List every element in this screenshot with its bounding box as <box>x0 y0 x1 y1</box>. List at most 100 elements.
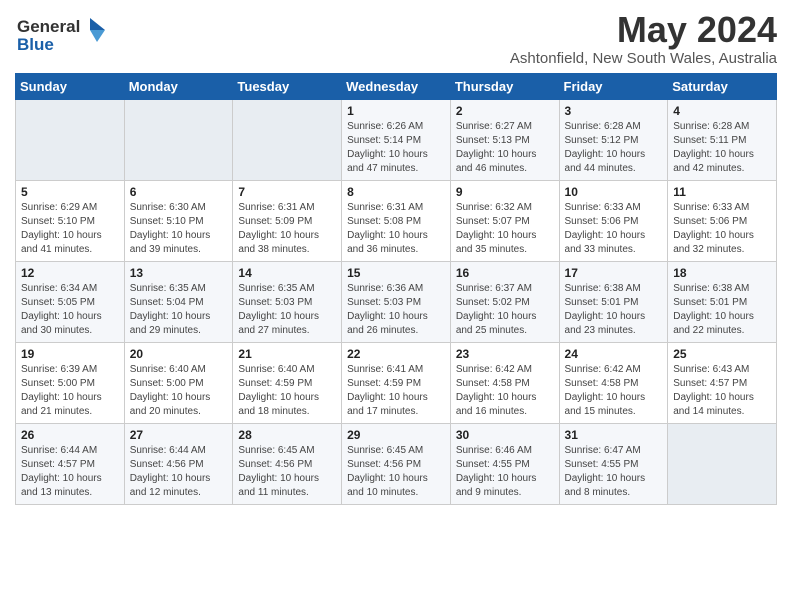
day-number: 25 <box>673 347 771 361</box>
svg-text:General: General <box>17 17 80 36</box>
day-number: 6 <box>130 185 228 199</box>
day-cell: 22Sunrise: 6:41 AM Sunset: 4:59 PM Dayli… <box>342 342 451 423</box>
day-cell: 6 Sunrise: 6:30 AM Sunset: 5:10 PM Daylig… <box>124 180 233 261</box>
day-info: Sunrise: 6:45 AM Sunset: 4:56 PM Dayligh… <box>238 444 336 500</box>
days-header-row: Sunday Monday Tuesday Wednesday Thursday… <box>16 73 777 99</box>
day-cell: 1 Sunrise: 6:26 AM Sunset: 5:14 PM Daylig… <box>342 99 451 180</box>
day-info: Sunrise: 6:38 AM Sunset: 5:01 PM Dayligh… <box>565 282 663 338</box>
day-number: 19 <box>21 347 119 361</box>
day-cell: 3Sunrise: 6:28 AM Sunset: 5:12 PM Daylig… <box>559 99 668 180</box>
month-year-title: May 2024 <box>510 10 777 50</box>
day-info: Sunrise: 6:28 AM Sunset: 5:11 PM Dayligh… <box>673 120 771 176</box>
day-info: Sunrise: 6:29 AM Sunset: 5:10 PM Dayligh… <box>21 201 119 257</box>
day-number: 9 <box>456 185 554 199</box>
header-monday: Monday <box>124 73 233 99</box>
day-cell: 27 Sunrise: 6:44 AM Sunset: 4:56 PM Dayli… <box>124 423 233 504</box>
day-number: 15 <box>347 266 445 280</box>
day-number: 21 <box>238 347 336 361</box>
day-number: 28 <box>238 428 336 442</box>
week-row-2: 12Sunrise: 6:34 AM Sunset: 5:05 PM Dayli… <box>16 261 777 342</box>
day-info: Sunrise: 6:31 AM Sunset: 5:09 PM Dayligh… <box>238 201 336 257</box>
day-cell: 26 Sunrise: 6:44 AM Sunset: 4:57 PM Dayli… <box>16 423 125 504</box>
day-info: Sunrise: 6:44 AM Sunset: 4:57 PM Dayligh… <box>21 444 119 500</box>
day-info: Sunrise: 6:26 AM Sunset: 5:14 PM Dayligh… <box>347 120 445 176</box>
day-info: Sunrise: 6:41 AM Sunset: 4:59 PM Dayligh… <box>347 363 445 419</box>
day-number: 30 <box>456 428 554 442</box>
logo: General Blue <box>15 10 105 63</box>
day-number: 18 <box>673 266 771 280</box>
day-info: Sunrise: 6:37 AM Sunset: 5:02 PM Dayligh… <box>456 282 554 338</box>
day-number: 16 <box>456 266 554 280</box>
title-block: May 2024 Ashtonfield, New South Wales, A… <box>510 10 777 67</box>
day-cell: 11 Sunrise: 6:33 AM Sunset: 5:06 PM Dayli… <box>668 180 777 261</box>
day-info: Sunrise: 6:35 AM Sunset: 5:04 PM Dayligh… <box>130 282 228 338</box>
day-cell: 14 Sunrise: 6:35 AM Sunset: 5:03 PM Dayli… <box>233 261 342 342</box>
header-saturday: Saturday <box>668 73 777 99</box>
day-cell: 13 Sunrise: 6:35 AM Sunset: 5:04 PM Dayli… <box>124 261 233 342</box>
day-info: Sunrise: 6:38 AM Sunset: 5:01 PM Dayligh… <box>673 282 771 338</box>
day-cell: 8 Sunrise: 6:31 AM Sunset: 5:08 PM Daylig… <box>342 180 451 261</box>
day-cell: 30 Sunrise: 6:46 AM Sunset: 4:55 PM Dayli… <box>450 423 559 504</box>
day-cell: 31 Sunrise: 6:47 AM Sunset: 4:55 PM Dayli… <box>559 423 668 504</box>
day-info: Sunrise: 6:46 AM Sunset: 4:55 PM Dayligh… <box>456 444 554 500</box>
day-info: Sunrise: 6:27 AM Sunset: 5:13 PM Dayligh… <box>456 120 554 176</box>
day-cell: 15Sunrise: 6:36 AM Sunset: 5:03 PM Dayli… <box>342 261 451 342</box>
day-cell <box>16 99 125 180</box>
header-wednesday: Wednesday <box>342 73 451 99</box>
day-info: Sunrise: 6:44 AM Sunset: 4:56 PM Dayligh… <box>130 444 228 500</box>
day-number: 5 <box>21 185 119 199</box>
day-number: 12 <box>21 266 119 280</box>
day-cell: 2 Sunrise: 6:27 AM Sunset: 5:13 PM Daylig… <box>450 99 559 180</box>
day-info: Sunrise: 6:42 AM Sunset: 4:58 PM Dayligh… <box>456 363 554 419</box>
day-cell: 20Sunrise: 6:40 AM Sunset: 5:00 PM Dayli… <box>124 342 233 423</box>
day-cell <box>124 99 233 180</box>
day-info: Sunrise: 6:32 AM Sunset: 5:07 PM Dayligh… <box>456 201 554 257</box>
day-info: Sunrise: 6:47 AM Sunset: 4:55 PM Dayligh… <box>565 444 663 500</box>
day-number: 2 <box>456 104 554 118</box>
day-cell <box>668 423 777 504</box>
day-number: 1 <box>347 104 445 118</box>
day-number: 26 <box>21 428 119 442</box>
day-info: Sunrise: 6:40 AM Sunset: 5:00 PM Dayligh… <box>130 363 228 419</box>
day-cell: 23 Sunrise: 6:42 AM Sunset: 4:58 PM Dayli… <box>450 342 559 423</box>
day-cell: 4 Sunrise: 6:28 AM Sunset: 5:11 PM Daylig… <box>668 99 777 180</box>
day-cell: 12Sunrise: 6:34 AM Sunset: 5:05 PM Dayli… <box>16 261 125 342</box>
calendar-table: Sunday Monday Tuesday Wednesday Thursday… <box>15 73 777 505</box>
day-number: 23 <box>456 347 554 361</box>
day-info: Sunrise: 6:35 AM Sunset: 5:03 PM Dayligh… <box>238 282 336 338</box>
day-info: Sunrise: 6:42 AM Sunset: 4:58 PM Dayligh… <box>565 363 663 419</box>
day-number: 8 <box>347 185 445 199</box>
day-number: 7 <box>238 185 336 199</box>
day-number: 31 <box>565 428 663 442</box>
day-cell: 19 Sunrise: 6:39 AM Sunset: 5:00 PM Dayli… <box>16 342 125 423</box>
day-info: Sunrise: 6:33 AM Sunset: 5:06 PM Dayligh… <box>673 201 771 257</box>
page: General Blue May 2024 Ashtonfield, New S… <box>0 0 792 515</box>
day-info: Sunrise: 6:31 AM Sunset: 5:08 PM Dayligh… <box>347 201 445 257</box>
day-cell: 18 Sunrise: 6:38 AM Sunset: 5:01 PM Dayli… <box>668 261 777 342</box>
day-cell: 10 Sunrise: 6:33 AM Sunset: 5:06 PM Dayli… <box>559 180 668 261</box>
logo-svg: General Blue <box>15 10 105 58</box>
day-number: 27 <box>130 428 228 442</box>
week-row-0: 1 Sunrise: 6:26 AM Sunset: 5:14 PM Daylig… <box>16 99 777 180</box>
day-cell: 21Sunrise: 6:40 AM Sunset: 4:59 PM Dayli… <box>233 342 342 423</box>
day-number: 4 <box>673 104 771 118</box>
day-info: Sunrise: 6:33 AM Sunset: 5:06 PM Dayligh… <box>565 201 663 257</box>
day-cell: 16 Sunrise: 6:37 AM Sunset: 5:02 PM Dayli… <box>450 261 559 342</box>
day-info: Sunrise: 6:30 AM Sunset: 5:10 PM Dayligh… <box>130 201 228 257</box>
week-row-3: 19 Sunrise: 6:39 AM Sunset: 5:00 PM Dayli… <box>16 342 777 423</box>
header-friday: Friday <box>559 73 668 99</box>
day-info: Sunrise: 6:39 AM Sunset: 5:00 PM Dayligh… <box>21 363 119 419</box>
day-number: 29 <box>347 428 445 442</box>
day-number: 11 <box>673 185 771 199</box>
day-cell: 28 Sunrise: 6:45 AM Sunset: 4:56 PM Dayli… <box>233 423 342 504</box>
day-number: 14 <box>238 266 336 280</box>
day-cell: 24Sunrise: 6:42 AM Sunset: 4:58 PM Dayli… <box>559 342 668 423</box>
day-cell: 25Sunrise: 6:43 AM Sunset: 4:57 PM Dayli… <box>668 342 777 423</box>
header-tuesday: Tuesday <box>233 73 342 99</box>
day-number: 10 <box>565 185 663 199</box>
header-sunday: Sunday <box>16 73 125 99</box>
day-cell: 29Sunrise: 6:45 AM Sunset: 4:56 PM Dayli… <box>342 423 451 504</box>
day-number: 13 <box>130 266 228 280</box>
day-cell: 17Sunrise: 6:38 AM Sunset: 5:01 PM Dayli… <box>559 261 668 342</box>
day-cell <box>233 99 342 180</box>
